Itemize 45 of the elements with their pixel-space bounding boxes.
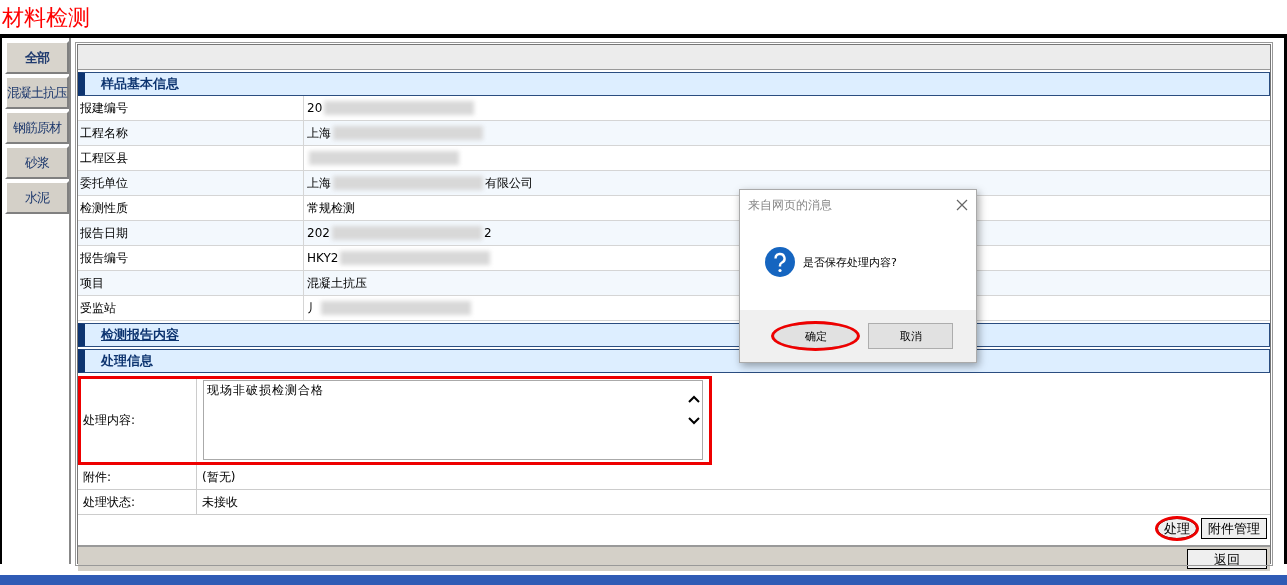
content-textarea[interactable]: 现场非破损检测合格 bbox=[203, 380, 703, 460]
field-label: 受监站 bbox=[79, 299, 117, 317]
cancel-button[interactable]: 取消 bbox=[868, 323, 953, 349]
process-button[interactable]: 处理 bbox=[1157, 518, 1197, 539]
ok-button[interactable]: 确定 bbox=[773, 323, 858, 349]
section-title: 处理信息 bbox=[101, 352, 153, 370]
field-label: 工程区县 bbox=[79, 149, 129, 167]
sidebar-tab[interactable]: 钢筋原材 bbox=[5, 111, 69, 144]
sidebar-tab[interactable]: 混凝土抗压 bbox=[5, 76, 69, 109]
field-value: 上海 bbox=[307, 124, 331, 142]
field-label: 附件: bbox=[82, 468, 113, 486]
back-button[interactable]: 返回 bbox=[1187, 549, 1267, 569]
field-value: 常规检测 bbox=[307, 199, 355, 217]
sidebar-tab[interactable]: 砂浆 bbox=[5, 146, 69, 179]
field-label: 处理状态: bbox=[82, 493, 137, 511]
field-value: 202 bbox=[307, 226, 330, 240]
section-title: 样品基本信息 bbox=[101, 75, 179, 93]
field-value: (暂无) bbox=[196, 465, 1270, 489]
dialog-title: 来自网页的消息 bbox=[748, 196, 832, 214]
field-label: 项目 bbox=[79, 274, 105, 292]
field-label: 报建编号 bbox=[79, 99, 129, 117]
question-icon bbox=[765, 247, 795, 277]
field-value: 混凝土抗压 bbox=[307, 274, 367, 292]
field-label: 报告编号 bbox=[79, 249, 129, 267]
scroll-down-icon[interactable] bbox=[688, 417, 700, 425]
field-value: 上海 bbox=[307, 174, 331, 192]
field-value: 有限公司 bbox=[485, 174, 533, 192]
field-label: 检测性质 bbox=[79, 199, 129, 217]
field-label: 处理内容: bbox=[82, 411, 137, 429]
field-label: 工程名称 bbox=[79, 124, 129, 142]
field-label: 委托单位 bbox=[79, 174, 129, 192]
field-value: 2 bbox=[483, 226, 492, 240]
field-label: 报告日期 bbox=[79, 224, 129, 242]
attachment-button[interactable]: 附件管理 bbox=[1201, 518, 1267, 539]
dialog-message: 是否保存处理内容? bbox=[803, 254, 897, 270]
page-title: 材料检测 bbox=[1, 4, 91, 32]
scroll-up-icon[interactable] bbox=[688, 395, 700, 403]
field-value: 丿 bbox=[307, 299, 319, 317]
section-link[interactable]: 检测报告内容 bbox=[101, 326, 179, 344]
sidebar-tab[interactable]: 水泥 bbox=[5, 181, 69, 214]
field-value: 20 bbox=[307, 101, 323, 115]
close-icon[interactable] bbox=[956, 199, 968, 211]
sidebar-tab[interactable]: 全部 bbox=[5, 41, 69, 74]
field-value: 未接收 bbox=[196, 490, 1270, 514]
field-value: HKY2 bbox=[307, 251, 339, 265]
